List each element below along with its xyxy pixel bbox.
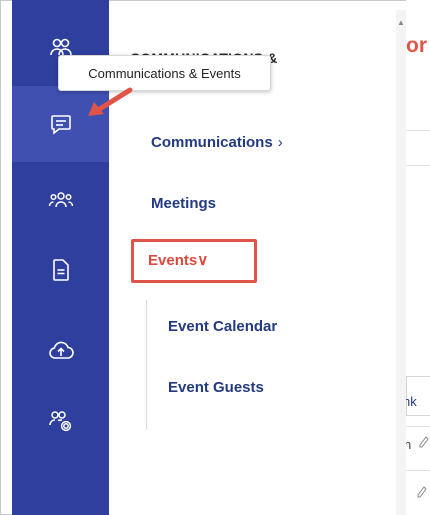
menu-item-event-calendar[interactable]: Event Calendar: [168, 318, 277, 335]
page-title-fragment: or: [406, 34, 427, 57]
cloud-upload-icon: [48, 341, 74, 359]
pencil-icon[interactable]: [416, 486, 427, 500]
user-settings-icon: [48, 411, 71, 432]
menu-item-meetings[interactable]: Meetings: [151, 195, 216, 212]
sidebar-item-groups[interactable]: [12, 162, 109, 238]
submenu-guide-line: [146, 300, 147, 430]
annotation-arrow-icon: [88, 87, 133, 116]
highlight-box: Events∨: [131, 239, 257, 283]
scroll-up-icon[interactable]: ▲: [397, 18, 405, 27]
chevron-down-icon: ∨: [197, 252, 209, 269]
sidebar-item-documents[interactable]: [12, 232, 109, 308]
sidebar-item-cloud[interactable]: [12, 313, 109, 389]
menu-item-events[interactable]: Events∨: [148, 251, 208, 269]
chat-icon: [50, 115, 71, 135]
document-icon: [52, 259, 69, 281]
text-fragment: n: [406, 437, 412, 452]
menu-item-communications[interactable]: Communications ›: [151, 134, 283, 151]
flyout-scrollbar[interactable]: ▲: [396, 10, 406, 515]
sidebar-item-user-settings[interactable]: [12, 383, 109, 459]
pencil-icon[interactable]: [418, 436, 429, 450]
menu-item-label: Communications: [151, 134, 273, 151]
link-fragment[interactable]: nk: [406, 394, 417, 409]
group-icon: [48, 192, 73, 208]
menu-item-event-guests[interactable]: Event Guests: [168, 379, 264, 396]
divider: [406, 470, 430, 471]
divider: [406, 165, 430, 166]
chevron-right-icon: ›: [277, 134, 283, 151]
divider: [406, 130, 430, 131]
menu-item-label: Events: [148, 252, 198, 269]
main-content-edge: or nk n: [406, 0, 430, 515]
divider: [406, 426, 430, 427]
